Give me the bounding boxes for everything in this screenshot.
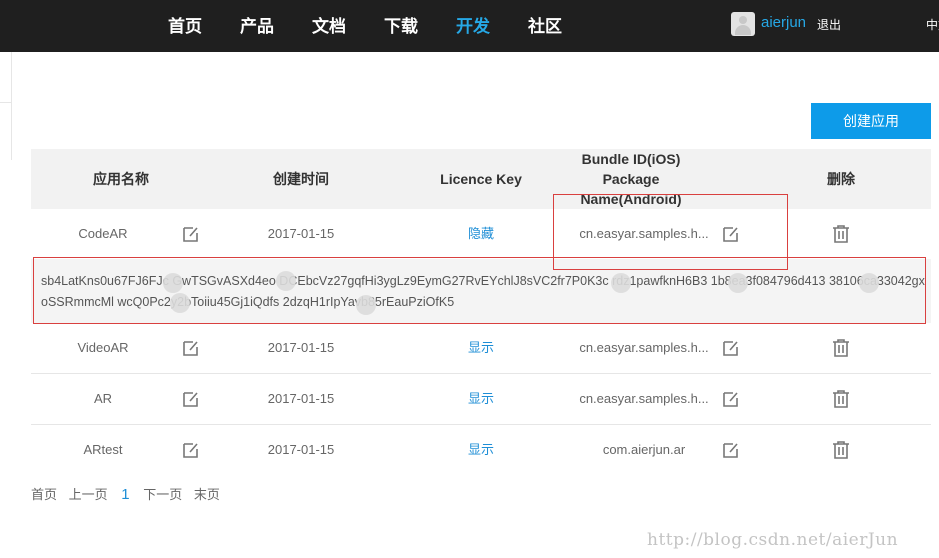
app-name: VideoAR <box>77 340 129 355</box>
table-row: VideoAR 2017-01-15 显示 cn.easyar.samples.… <box>31 323 931 374</box>
bundle-id: com.aierjun.ar <box>602 442 686 457</box>
nav-develop[interactable]: 开发 <box>456 12 490 37</box>
header-bundle-line1: Bundle ID(iOS) <box>581 151 681 167</box>
user-body-icon <box>735 25 751 35</box>
edit-icon[interactable] <box>182 441 200 459</box>
table-header: 应用名称 创建时间 Licence Key Bundle ID(iOS) Pac… <box>31 149 931 209</box>
bundle-id: cn.easyar.samples.h... <box>579 391 709 406</box>
avatar[interactable] <box>731 12 755 36</box>
nav-docs[interactable]: 文档 <box>312 12 346 37</box>
trash-icon[interactable] <box>832 225 850 243</box>
edit-bundle-icon[interactable] <box>722 441 740 459</box>
highlight-box-licence-key <box>33 257 926 324</box>
nav-community[interactable]: 社区 <box>528 12 562 37</box>
edit-bundle-icon[interactable] <box>722 390 740 408</box>
created-date: 2017-01-15 <box>267 442 335 457</box>
trash-icon[interactable] <box>832 390 850 408</box>
pager-first[interactable]: 首页 <box>31 487 57 502</box>
edit-icon[interactable] <box>182 390 200 408</box>
edit-icon[interactable] <box>182 339 200 357</box>
nav-home[interactable]: 首页 <box>168 12 202 37</box>
language-switch[interactable]: 中文 <box>926 16 939 33</box>
table-row: AR 2017-01-15 显示 cn.easyar.samples.h... <box>31 374 931 425</box>
header-delete: 删除 <box>827 171 855 187</box>
app-name: ARtest <box>83 442 123 457</box>
pager-last[interactable]: 末页 <box>194 487 220 502</box>
app-name: CodeAR <box>78 226 128 241</box>
toggle-key-link[interactable]: 显示 <box>451 425 511 475</box>
header-bundle-line2: Package <box>602 171 660 187</box>
header-created: 创建时间 <box>273 171 329 187</box>
trash-icon[interactable] <box>832 339 850 357</box>
created-date: 2017-01-15 <box>267 340 335 355</box>
toggle-key-link[interactable]: 显示 <box>451 374 511 424</box>
bundle-id: cn.easyar.samples.h... <box>579 340 709 355</box>
top-nav-bar: 首页 产品 文档 下载 开发 社区 aierjun 退出 中文 <box>0 0 939 52</box>
nav-download[interactable]: 下载 <box>384 12 418 37</box>
rail-divider <box>0 102 12 103</box>
toggle-key-link[interactable]: 显示 <box>451 323 511 373</box>
trash-icon[interactable] <box>832 441 850 459</box>
toggle-key-link[interactable]: 隐藏 <box>451 209 511 259</box>
table-row: CodeAR 2017-01-15 隐藏 cn.easyar.samples.h… <box>31 209 931 260</box>
user-head-icon <box>739 16 747 24</box>
pager-next[interactable]: 下一页 <box>143 487 182 502</box>
username-link[interactable]: aierjun <box>761 14 806 31</box>
edit-bundle-icon[interactable] <box>722 339 740 357</box>
pagination: 首页 上一页 1 下一页 末页 <box>31 484 228 503</box>
create-app-button[interactable]: 创建应用 <box>811 103 931 139</box>
table-row: ARtest 2017-01-15 显示 com.aierjun.ar <box>31 425 931 476</box>
nav-products[interactable]: 产品 <box>240 12 274 37</box>
header-app-name: 应用名称 <box>93 171 149 187</box>
watermark: http://blog.csdn.net/aierJun <box>647 530 899 550</box>
created-date: 2017-01-15 <box>267 226 335 241</box>
header-licence-key: Licence Key <box>440 171 522 187</box>
edit-icon[interactable] <box>182 225 200 243</box>
pager-prev[interactable]: 上一页 <box>69 487 108 502</box>
logout-link[interactable]: 退出 <box>817 16 841 33</box>
created-date: 2017-01-15 <box>267 391 335 406</box>
app-name: AR <box>93 391 113 406</box>
pager-current[interactable]: 1 <box>121 486 129 503</box>
left-rail <box>0 52 12 160</box>
